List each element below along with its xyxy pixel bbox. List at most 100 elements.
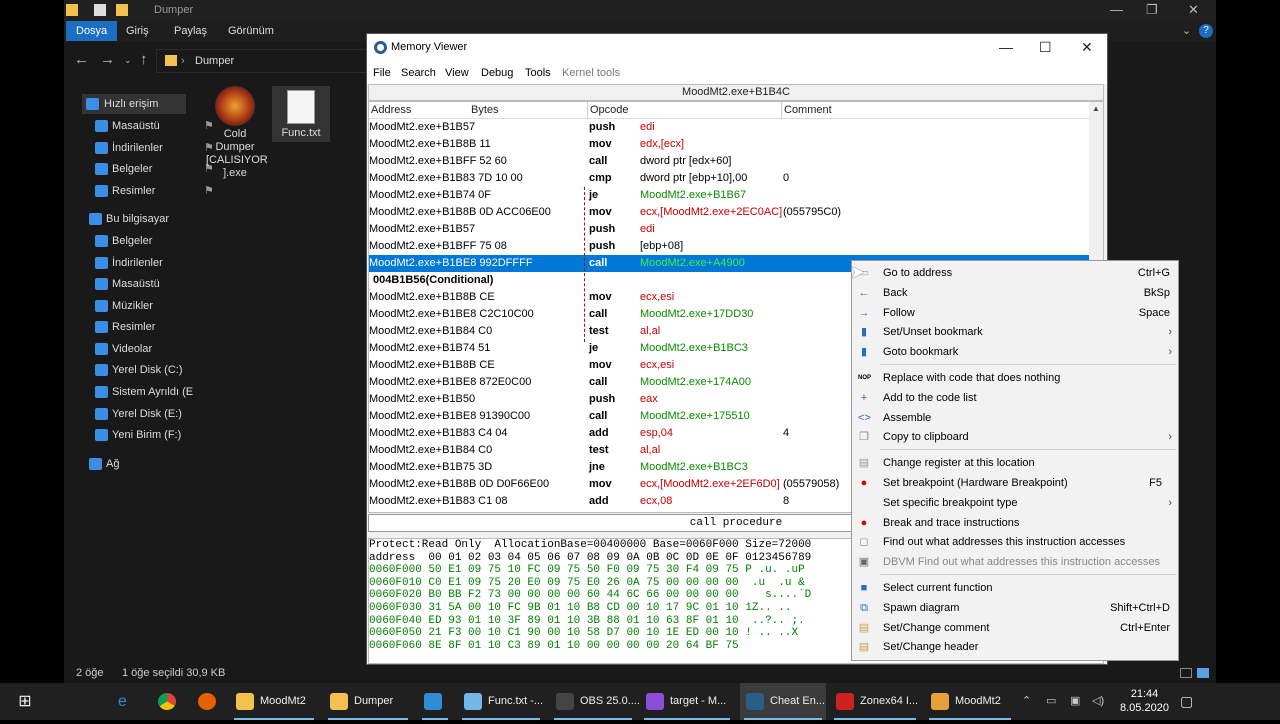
tray-chevron-icon[interactable]: ⌃ (1022, 683, 1031, 720)
menu-tools[interactable]: Tools (525, 62, 551, 84)
disassembly-row[interactable]: MoodMt2.exe+B1B8B 11 mov edx,[ecx] (369, 136, 1091, 153)
menu-view[interactable]: View (445, 62, 469, 84)
minimize-icon[interactable]: — (1110, 2, 1123, 17)
taskbar-app[interactable] (418, 683, 452, 720)
tab-paylas[interactable]: Paylaş (164, 21, 217, 41)
taskbar-app[interactable]: OBS 25.0.... (550, 683, 640, 720)
file-cold-dumper[interactable]: Cold Dumper [CALISIYOR ].exe (206, 86, 268, 180)
context-menu-item[interactable]: ▭ Go to address Ctrl+G (852, 263, 1178, 283)
chrome-browser-icon[interactable] (158, 683, 180, 720)
sidebar-item[interactable]: Masaüstü (95, 274, 160, 294)
menu-file[interactable]: File (373, 62, 391, 84)
start-windows-icon[interactable]: ⊞ (10, 683, 40, 720)
sidebar-item[interactable]: Yeni Birim (F:) (95, 425, 181, 445)
column-comment[interactable]: Comment (781, 102, 832, 119)
context-menu-item[interactable]: ▣ DBVM Find out what addresses this instr… (852, 552, 1178, 572)
column-bytes[interactable]: Bytes (469, 102, 499, 119)
edge-browser-icon[interactable]: e (118, 683, 140, 720)
tab-dosya[interactable]: Dosya (66, 21, 118, 41)
sidebar-item[interactable]: Sistem Ayrıldı (E (95, 382, 193, 402)
taskbar-app[interactable]: MoodMt2 (230, 683, 318, 720)
taskbar-app-icon (464, 693, 482, 710)
maximize-icon[interactable]: ☐ (1039, 39, 1052, 56)
taskbar-app[interactable]: target - M... (640, 683, 734, 720)
disassembly-row[interactable]: MoodMt2.exe+B1BFF 75 08 push [ebp+08] (369, 238, 1091, 255)
scroll-up-icon[interactable]: ▲ (1092, 104, 1100, 113)
menu-debug[interactable]: Debug (481, 62, 513, 84)
address-box[interactable]: › Dumper (156, 49, 368, 73)
sidebar-item[interactable]: İndirilenler ⚑ (95, 138, 214, 158)
context-menu-item[interactable]: ■ Select current function (852, 578, 1178, 598)
help-icon[interactable]: ? (1199, 24, 1213, 38)
context-menu-item[interactable]: ▤ Set/Change header (852, 637, 1178, 657)
sidebar-item[interactable]: Yerel Disk (E:) (95, 404, 182, 424)
close-icon[interactable]: ✕ (1081, 39, 1093, 56)
tab-giris[interactable]: Giriş (116, 21, 159, 41)
column-opcode[interactable]: Opcode (587, 102, 629, 119)
chevron-down-icon[interactable]: ⌄ (1182, 24, 1191, 37)
sidebar-item[interactable]: Resimler ⚑ (95, 181, 214, 201)
firefox-browser-icon[interactable] (198, 683, 220, 720)
sidebar-item[interactable]: İndirilenler (95, 253, 163, 273)
menu-kernel-tools[interactable]: Kernel tools (562, 62, 620, 84)
sidebar-item[interactable]: Masaüstü ⚑ (95, 116, 214, 136)
trace-icon: ● (860, 516, 868, 529)
tab-gorunum[interactable]: Görünüm (218, 21, 284, 41)
tray-app-icon[interactable]: ▭ (1046, 683, 1056, 720)
network-icon[interactable]: ▣ (1070, 683, 1080, 720)
sidebar-item[interactable]: Belgeler (95, 231, 152, 251)
context-menu-item[interactable]: NOP Replace with code that does nothing (852, 368, 1178, 388)
sidebar-item[interactable]: Ağ (89, 454, 119, 474)
context-menu-item[interactable]: ⧉ Spawn diagram Shift+Ctrl+D (852, 598, 1178, 618)
taskbar-app[interactable]: Func.txt -... (458, 683, 544, 720)
context-menu-item[interactable]: → Follow Space (852, 303, 1178, 323)
context-menu-item[interactable]: + Add to the code list (852, 388, 1178, 408)
new-folder-icon[interactable] (116, 4, 128, 16)
menu-search[interactable]: Search (401, 62, 436, 84)
sidebar-item[interactable]: Belgeler ⚑ (95, 159, 214, 179)
volume-icon[interactable]: ◁) (1092, 683, 1104, 720)
taskbar-app[interactable]: Zonex64 I... (830, 683, 920, 720)
column-address[interactable]: Address (369, 102, 411, 119)
sidebar-item[interactable]: Yerel Disk (C:) (95, 360, 183, 380)
context-menu-item[interactable]: ● Break and trace instructions (852, 513, 1178, 533)
disassembly-row[interactable]: MoodMt2.exe+B1B8B 0D ACC06E00 mov ecx,[Moo… (369, 204, 1091, 221)
properties-icon[interactable] (94, 4, 106, 16)
taskbar-app[interactable]: Cheat En... (740, 683, 826, 720)
sidebar-item[interactable]: Müzikler (95, 296, 153, 316)
context-menu-item[interactable]: ❐ Copy to clipboard › (852, 427, 1178, 447)
clock[interactable]: 21:44 8.05.2020 (1120, 687, 1169, 724)
disassembly-row[interactable]: MoodMt2.exe+B1B57 push edi (369, 221, 1091, 238)
context-menu-item[interactable]: ◻ Find out what addresses this instructio… (852, 532, 1178, 552)
menu-separator (880, 574, 1176, 575)
context-menu-item[interactable]: ← Back BkSp (852, 283, 1178, 303)
context-menu-item[interactable]: ▮ Set/Unset bookmark › (852, 322, 1178, 342)
context-menu-item[interactable]: Set specific breakpoint type › (852, 493, 1178, 513)
disassembly-row[interactable]: MoodMt2.exe+B1B57 push edi (369, 119, 1091, 136)
disassembly-row[interactable]: MoodMt2.exe+B1BFF 52 60 call dword ptr [ed… (369, 153, 1091, 170)
sidebar-item[interactable]: Videolar (95, 339, 152, 359)
recent-chevron-icon[interactable]: ⌄ (124, 55, 132, 66)
disassembly-row[interactable]: MoodMt2.exe+B1B83 7D 10 00 cmp dword ptr [… (369, 170, 1091, 187)
context-menu-item[interactable]: ▤ Set/Change comment Ctrl+Enter (852, 618, 1178, 638)
context-menu-item[interactable]: ● Set breakpoint (Hardware Breakpoint) F5 (852, 473, 1178, 493)
up-icon[interactable]: ↑ (140, 51, 148, 68)
sidebar-item[interactable]: Resimler (95, 317, 155, 337)
taskbar-app[interactable]: MoodMt2 (925, 683, 1015, 720)
close-icon[interactable]: ✕ (1188, 2, 1199, 18)
context-menu-item[interactable]: ▮ Goto bookmark › (852, 342, 1178, 362)
back-icon[interactable]: ← (74, 51, 89, 68)
details-view-icon[interactable] (1180, 668, 1192, 678)
minimize-icon[interactable]: — (999, 39, 1013, 55)
large-icons-view-icon[interactable] (1197, 668, 1209, 678)
taskbar-app[interactable]: Dumper (324, 683, 412, 720)
disassembly-row[interactable]: MoodMt2.exe+B1B74 0F je MoodMt2.exe+B1B67 (369, 187, 1091, 204)
sidebar-item[interactable]: Hızlı erişim (82, 94, 186, 114)
context-menu-item[interactable]: ▤ Change register at this location (852, 453, 1178, 473)
file-func-txt[interactable]: Func.txt (272, 86, 330, 142)
notification-icon[interactable]: ▢ (1180, 683, 1193, 720)
forward-icon[interactable]: → (100, 51, 115, 68)
maximize-icon[interactable]: ❐ (1146, 2, 1158, 18)
sidebar-item[interactable]: Bu bilgisayar (89, 209, 169, 229)
context-menu-item[interactable]: <> Assemble (852, 408, 1178, 428)
